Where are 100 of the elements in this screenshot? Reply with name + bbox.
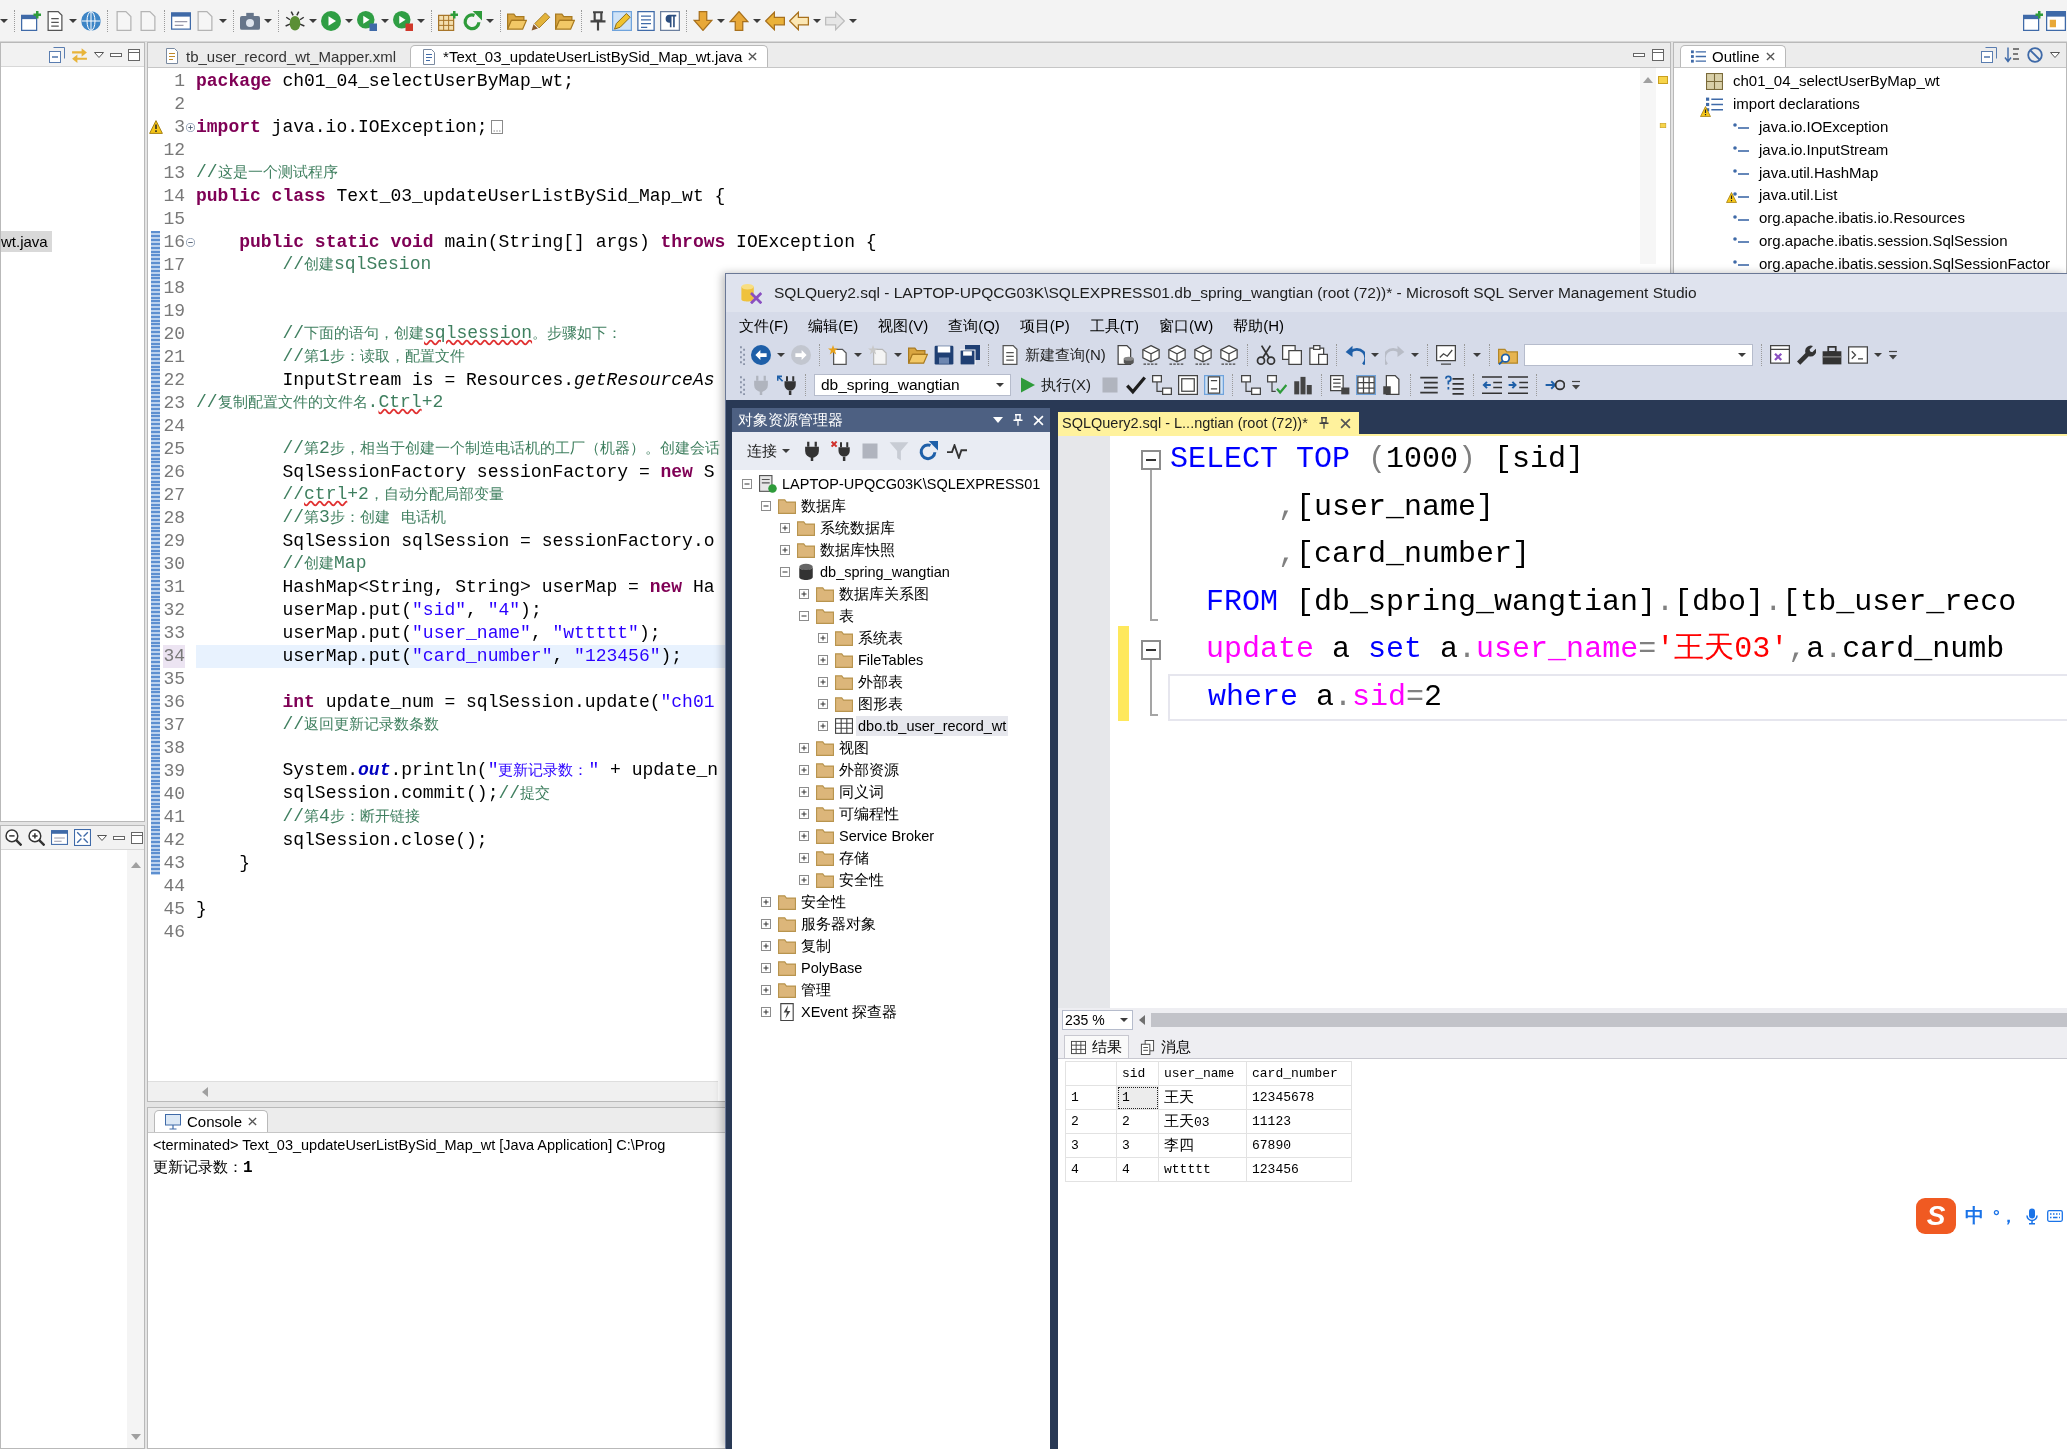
window-frame-icon[interactable] [171,10,191,31]
tree-item[interactable]: 视图 [837,738,871,758]
flow-diagram-icon[interactable] [1152,375,1172,395]
tree-item[interactable]: 服务器对象 [799,914,878,934]
tree-item[interactable]: 系统数据库 [818,518,897,538]
tree-item[interactable]: XEvent 探查器 [799,1002,899,1022]
tree-item[interactable]: 复制 [799,936,833,956]
close-icon[interactable] [248,1117,258,1126]
document-corner-icon[interactable] [1382,375,1402,395]
expand-box-icon[interactable] [818,677,828,687]
flow-diagram-icon[interactable] [1241,375,1261,395]
expand-box-icon[interactable] [799,743,809,753]
arrow-up-icon[interactable] [729,10,749,31]
menu-item[interactable]: 项目(P) [1009,314,1080,338]
menu-item[interactable]: 帮助(H) [1223,314,1294,338]
expand-box-icon[interactable] [799,589,809,599]
window-stack-icon[interactable] [1178,375,1198,395]
tree-item[interactable]: db_spring_wangtian [818,562,952,582]
caret-icon[interactable] [782,449,790,453]
document-database-icon[interactable] [1114,345,1135,365]
collapse-box-icon[interactable] [1141,450,1161,470]
new-file-icon[interactable] [828,345,848,365]
expand-box-icon[interactable] [818,633,828,643]
editor-tab[interactable]: tb_user_record_wt_Mapper.xml [154,45,407,67]
menu-item[interactable]: 编辑(E) [798,314,869,338]
pilcrow-icon[interactable] [660,10,680,31]
expand-box-icon[interactable] [761,897,771,907]
menu-item[interactable]: 视图(V) [868,314,939,338]
tree-item[interactable]: 外部资源 [837,760,901,780]
play-icon[interactable] [1020,377,1036,393]
caret-icon[interactable] [1410,353,1419,357]
indent-arrow-icon[interactable] [1508,375,1528,395]
expand-box-icon[interactable] [799,787,809,797]
punctuation-toggle[interactable]: °， [1993,1204,2017,1228]
marker-icon[interactable] [1658,123,1668,128]
tree-item[interactable]: PolyBase [799,958,865,978]
outline-item[interactable]: java.io.InputStream [1759,140,1889,159]
open-folder-icon[interactable] [908,345,928,365]
copy-icon[interactable] [1281,345,1302,365]
cube-icon[interactable] [1192,345,1213,365]
tree-item[interactable]: 数据库 [799,496,848,516]
expand-box-icon[interactable] [799,875,809,885]
zoom-dropdown[interactable]: 235 % [1062,1010,1133,1030]
tree-item[interactable]: 可编程性 [837,804,901,824]
outline-item[interactable]: org.apache.ibatis.session.SqlSessionFactor [1759,254,2050,273]
editor-tab[interactable]: *Text_03_updateUserListBySid_Map_wt.java [410,45,769,67]
table-grid-icon[interactable] [1356,375,1376,395]
outline-item[interactable]: org.apache.ibatis.io.Resources [1759,209,1965,228]
play-badge-icon[interactable] [357,10,377,31]
caret-icon[interactable] [1737,353,1746,357]
tree-item[interactable]: 外部表 [856,672,905,692]
circle-plus-icon[interactable] [186,122,195,132]
window-plus-icon[interactable] [21,10,41,31]
pin-icon[interactable] [1317,417,1330,429]
caret-icon[interactable] [1120,1018,1128,1022]
scissors-icon[interactable] [1255,345,1276,365]
caret-icon[interactable] [1873,353,1882,357]
outline-item[interactable]: java.io.IOException [1759,118,1889,136]
caret-icon[interactable] [417,18,425,23]
maximize-icon[interactable] [1652,49,1664,61]
zoom-in-icon[interactable] [28,829,45,846]
close-icon[interactable] [1339,417,1351,429]
tree-item[interactable]: 数据库关系图 [837,584,931,604]
grid-plus-icon[interactable] [438,10,458,31]
terminal-icon[interactable] [1847,345,1868,365]
database-dropdown[interactable]: db_spring_wangtian [814,374,1011,396]
zoom-out-icon[interactable] [5,829,22,846]
caret-icon[interactable] [345,18,353,23]
outline-item[interactable]: ch01_04_selectUserByMap_wt [1733,72,1940,91]
arrow-left-icon[interactable] [789,10,809,31]
lines-hook-icon[interactable] [1445,375,1465,395]
pulse-icon[interactable] [947,443,967,459]
query-tab[interactable]: SQLQuery2.sql - L...ngtian (root (72))* [1058,412,1359,434]
plug-icon[interactable] [802,441,822,461]
pin-icon[interactable] [588,10,608,31]
expand-box-icon[interactable] [761,1007,771,1017]
tree-item[interactable]: 图形表 [856,694,905,714]
bars-icon[interactable] [1293,375,1313,395]
caret-icon[interactable] [0,18,8,23]
expand-box-icon[interactable] [818,655,828,665]
outdent-arrow-icon[interactable] [1482,375,1502,395]
expand-box-icon[interactable] [818,699,828,709]
expand-box-icon[interactable] [761,941,771,951]
caret-icon[interactable] [309,18,317,23]
expand-box-icon[interactable] [761,919,771,929]
caret-icon[interactable] [894,353,902,357]
cube-icon[interactable] [1218,345,1239,365]
highlighter-icon[interactable] [612,10,632,31]
circle-slash-icon[interactable] [2027,47,2043,63]
caret-icon[interactable] [813,18,821,23]
tree-item[interactable]: 存储 [837,848,871,868]
expand-box-icon[interactable] [799,853,809,863]
tree-item[interactable]: 系统表 [856,628,905,648]
caret-icon[interactable] [264,18,272,23]
tree-item[interactable]: LAPTOP-UPQCG03K\SQLEXPRESS01 [780,474,1043,494]
menu-item[interactable]: 查询(Q) [938,314,1010,338]
close-icon[interactable] [748,52,758,61]
triangle-down-icon[interactable] [94,51,104,58]
connect-button[interactable]: 连接 [744,439,793,463]
vertical-scrollbar[interactable] [1640,68,1656,264]
